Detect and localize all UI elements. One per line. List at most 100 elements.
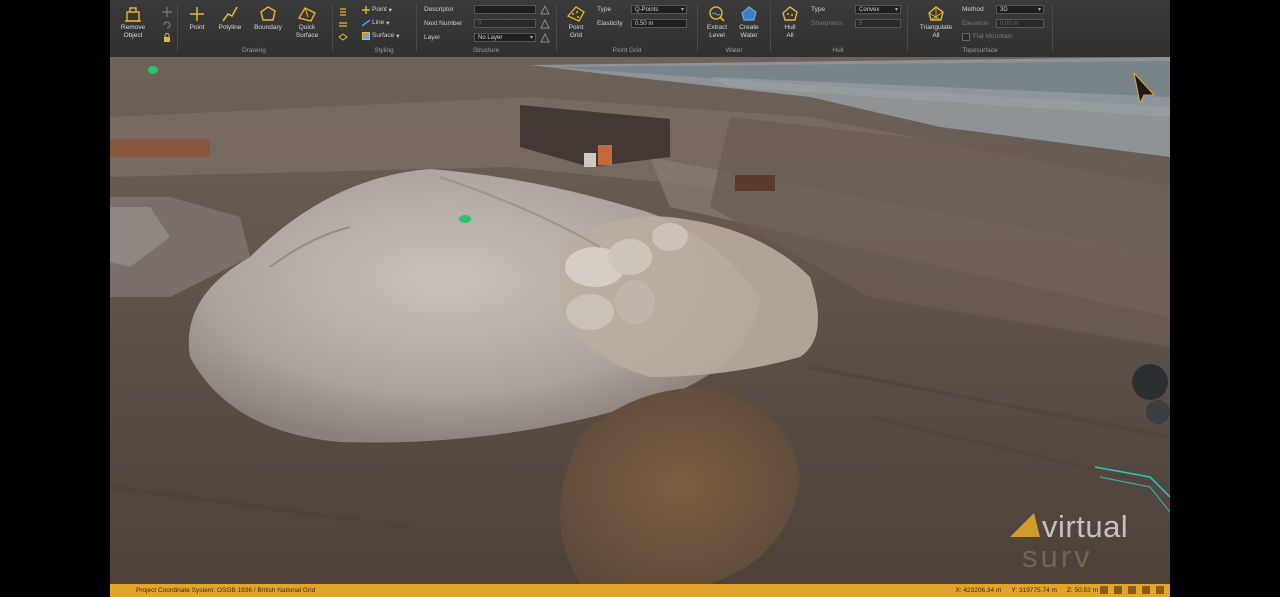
sort-icon[interactable]	[338, 7, 348, 17]
create-water-icon	[741, 6, 757, 21]
descriptor-pick-icon[interactable]	[540, 5, 550, 15]
structure-group-label: Structure	[472, 47, 500, 54]
point-button[interactable]: Point	[180, 4, 214, 32]
quick-surface-label: Quick Surface	[295, 24, 319, 39]
lock-small-icon[interactable]	[162, 33, 172, 43]
quick-surface-button[interactable]: Quick Surface	[290, 4, 324, 39]
structure-group: Descriptor Next Number 0 Layer No Layer …	[420, 0, 552, 57]
descriptor-label: Descriptor	[424, 6, 454, 13]
elevation-input[interactable]: 0.00 m	[996, 19, 1044, 28]
extract-level-button[interactable]: Extract Level	[700, 4, 734, 39]
ribbon-separator	[556, 4, 557, 52]
hull-type-dropdown[interactable]: Convex	[855, 5, 901, 15]
drawing-group-label: Drawing	[242, 47, 266, 54]
grid-type-label: Type	[597, 6, 612, 13]
ribbon-separator	[770, 4, 771, 52]
toposurface-group-label: Toposurface	[962, 47, 998, 54]
drawing-group: Point Polyline Boundary Quick Surface Dr…	[180, 0, 328, 57]
settings-icon[interactable]	[1142, 586, 1150, 594]
point-grid-group-label: Point Grid	[612, 47, 642, 54]
hull-all-label: Hull All	[784, 24, 796, 39]
next-number-label: Next Number	[424, 20, 463, 27]
boundary-button[interactable]: Boundary	[251, 4, 285, 32]
hull-all-icon	[782, 6, 798, 21]
triangulate-all-label: Triangulate All	[919, 24, 953, 39]
3d-viewport[interactable]: virtual surv	[110, 57, 1170, 584]
create-water-button[interactable]: Create Water	[732, 4, 766, 39]
point-grid-label: Point Grid	[568, 24, 584, 39]
layer-pick-icon[interactable]	[540, 33, 550, 43]
ribbon-separator	[177, 4, 178, 52]
extract-level-icon	[709, 6, 725, 22]
hull-all-button[interactable]: Hull All	[773, 4, 807, 39]
create-water-label: Create Water	[739, 24, 759, 39]
point-grid-icon	[566, 6, 585, 22]
next-number-pick-icon[interactable]	[540, 19, 550, 29]
grid-type-dropdown[interactable]: Q-Points	[631, 5, 687, 15]
y-coordinate: Y: 319775.74 m	[1011, 587, 1057, 594]
ribbon-separator	[332, 4, 333, 52]
water-group-label: Water	[725, 47, 743, 54]
undo-small-icon[interactable]	[162, 20, 172, 30]
point-label: Point	[189, 24, 205, 31]
polyline-icon	[222, 6, 238, 22]
x-coordinate: X: 423206.34 m	[955, 587, 1002, 594]
extract-level-label: Extract Level	[706, 24, 728, 39]
styling-group-label: Styling	[374, 47, 394, 54]
elasticity-input[interactable]: 0.50 m	[631, 19, 687, 28]
point-icon	[190, 7, 204, 21]
style-surface-dropdown[interactable]: Surface ▾	[362, 30, 399, 41]
elasticity-label: Elasticity	[597, 20, 623, 27]
ribbon-toolbar: Remove Object Point Polyline Boundary Qu…	[110, 0, 1170, 58]
ribbon-separator	[1052, 4, 1053, 52]
polyline-button[interactable]: Polyline	[213, 4, 247, 32]
style-line-dropdown[interactable]: Line ▾	[362, 17, 389, 28]
style-point-dropdown[interactable]: Point ▾	[362, 4, 392, 15]
method-label: Method	[962, 6, 984, 13]
point-grid-button[interactable]: Point Grid	[559, 4, 593, 39]
remove-object-icon	[125, 7, 141, 22]
hull-type-label: Type	[811, 6, 826, 13]
triangulate-all-button[interactable]: Triangulate All	[916, 4, 956, 39]
sharpness-label: Sharpness	[811, 20, 843, 27]
method-dropdown[interactable]: 3D	[996, 5, 1044, 15]
descriptor-input[interactable]	[474, 5, 536, 14]
layer-label: Layer	[424, 34, 441, 41]
snap-toggle-icon[interactable]	[1114, 586, 1122, 594]
flat-mountain-checkbox[interactable]: Flat Mountain	[962, 31, 1012, 42]
triangulate-all-icon	[928, 6, 944, 21]
crosshair-small-icon[interactable]	[162, 7, 172, 17]
point-grid-group: Point Grid Type Q-Points Elasticity 0.50…	[559, 0, 695, 57]
home-view-icon[interactable]	[1128, 586, 1136, 594]
hull-group-label: Hull	[832, 47, 844, 54]
remove-object-label: Remove Object	[120, 24, 146, 39]
flat-mountain-check-box[interactable]	[962, 32, 970, 41]
point-style-icon	[362, 5, 370, 14]
sharpness-input[interactable]: 5	[855, 19, 901, 28]
remove-object-button[interactable]: Remove Object	[116, 4, 150, 39]
ribbon-separator	[907, 4, 908, 52]
ribbon-separator	[416, 4, 417, 52]
flat-mountain-label: Flat Mountain	[973, 33, 1013, 40]
hull-group: Hull All Type Convex Sharpness 5 Hull	[773, 0, 903, 57]
next-number-input[interactable]: 0	[474, 19, 536, 28]
grid-toggle-icon[interactable]	[1100, 586, 1108, 594]
layers-small-icon[interactable]	[338, 33, 348, 43]
water-group: Extract Level Create Water Water	[700, 0, 768, 57]
ribbon-separator	[697, 4, 698, 52]
fullscreen-icon[interactable]	[1156, 586, 1164, 594]
styling-group: Point ▾ Line ▾ Surface ▾ Styling	[354, 0, 414, 57]
surface-style-icon	[362, 31, 370, 40]
coordinate-readout: X: 423206.34 m Y: 319775.74 m Z: 50.53 m	[955, 584, 1098, 597]
quick-surface-icon	[297, 7, 316, 22]
stack-icon[interactable]	[338, 20, 348, 30]
point-cloud-scene[interactable]	[110, 57, 1170, 584]
application-window: Remove Object Point Polyline Boundary Qu…	[110, 0, 1170, 597]
coordinate-system-text: Project Coordinate System: OSGB 1936 / B…	[136, 587, 316, 594]
line-style-icon	[362, 18, 370, 27]
status-icons	[1100, 586, 1164, 594]
boundary-label: Boundary	[254, 24, 282, 31]
layer-dropdown[interactable]: No Layer	[474, 33, 536, 43]
boundary-icon	[260, 6, 276, 21]
elevation-label: Elevation	[962, 20, 989, 27]
